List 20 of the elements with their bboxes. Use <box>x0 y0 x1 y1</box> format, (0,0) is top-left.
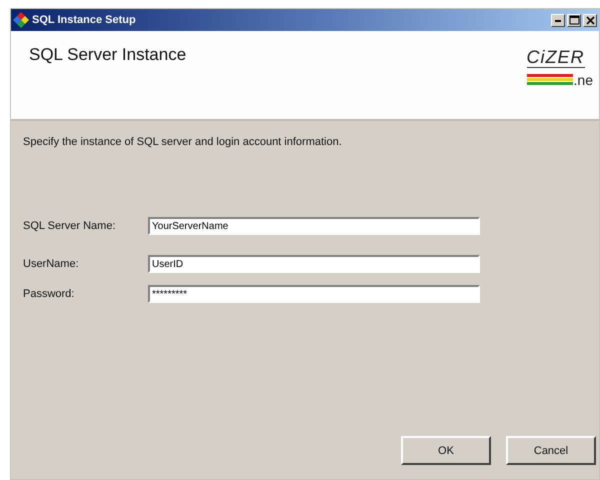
close-button[interactable] <box>583 14 597 26</box>
logo: CiZER .ne <box>526 47 593 90</box>
input-field[interactable]: ********* <box>148 285 480 303</box>
page-title: SQL Server Instance <box>29 45 186 66</box>
input-field[interactable]: YourServerName <box>148 217 480 235</box>
maximize-icon <box>568 15 580 25</box>
stripes-icon <box>526 73 573 87</box>
dialog-button[interactable]: Cancel <box>506 436 596 465</box>
dialog-button[interactable]: OK <box>401 436 491 465</box>
input-field[interactable]: UserID <box>148 255 480 273</box>
window-title: SQL Instance Setup <box>32 14 137 26</box>
field-label: SQL Server Name: <box>23 220 117 232</box>
minimize-icon <box>555 18 561 22</box>
diamond-icon <box>13 12 29 28</box>
field-label: UserName: <box>23 258 80 270</box>
maximize-button[interactable] <box>567 14 581 26</box>
close-icon <box>586 16 594 24</box>
field-label: Password: <box>23 288 76 300</box>
minimize-button[interactable] <box>551 14 565 26</box>
instruction-text: Specify the instance of SQL server and login account information. <box>23 136 343 148</box>
